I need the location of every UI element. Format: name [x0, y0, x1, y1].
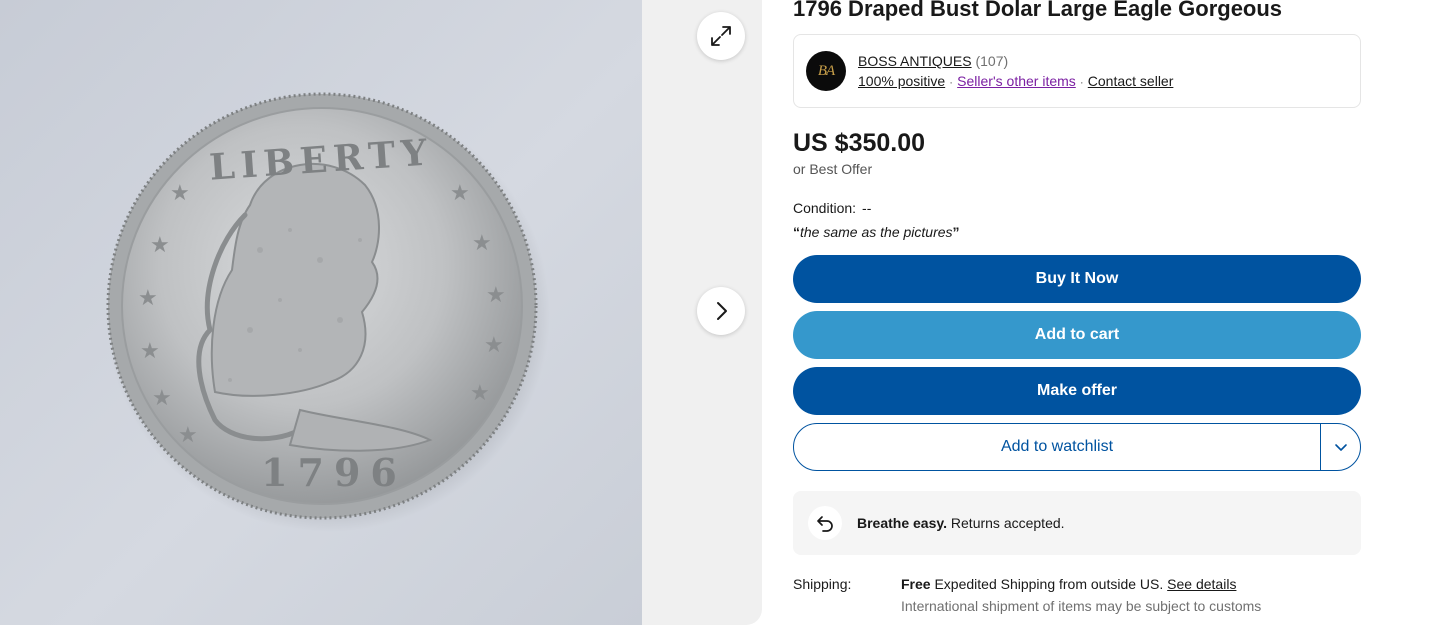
- condition-value: --: [862, 200, 872, 216]
- seller-avatar[interactable]: BA: [806, 51, 846, 91]
- watchlist-control: Add to watchlist: [793, 423, 1361, 471]
- condition-row: Condition: --: [793, 199, 1361, 217]
- item-price: US $350.00: [793, 129, 926, 157]
- add-to-cart-button[interactable]: Add to cart: [793, 311, 1361, 359]
- image-gallery: ★ ★ ★ ★ ★ ★ ★ ★ ★ ★ ★ LIBERTY 1796: [0, 0, 762, 625]
- shipping-customs-note: International shipment of items may be s…: [901, 598, 1262, 614]
- svg-text:★: ★: [140, 339, 160, 364]
- expand-icon: [711, 26, 731, 46]
- seller-logo-text: BA: [817, 62, 835, 79]
- svg-text:★: ★: [486, 283, 506, 308]
- add-to-watchlist-button[interactable]: Add to watchlist: [794, 424, 1320, 470]
- svg-text:★: ★: [178, 423, 198, 448]
- item-photo[interactable]: ★ ★ ★ ★ ★ ★ ★ ★ ★ ★ ★ LIBERTY 1796: [0, 0, 642, 625]
- next-image-button[interactable]: [697, 287, 745, 335]
- condition-label: Condition:: [793, 200, 857, 216]
- seller-card: BA BOSS ANTIQUES (107) 100% positive · Sel…: [793, 34, 1361, 108]
- watchlist-dropdown-toggle[interactable]: [1320, 424, 1360, 470]
- chevron-down-icon: [1334, 444, 1347, 451]
- returns-detail: Returns accepted.: [950, 515, 1065, 531]
- svg-text:★: ★: [472, 231, 492, 256]
- shipping-section: Shipping: Free Expedited Shipping from o…: [793, 575, 1361, 625]
- best-offer-label: or Best Offer: [793, 161, 873, 177]
- separator-dot: ·: [1079, 75, 1084, 89]
- buy-it-now-button[interactable]: Buy It Now: [793, 255, 1361, 303]
- quote-close: ”: [952, 224, 960, 240]
- coin-image: ★ ★ ★ ★ ★ ★ ★ ★ ★ ★ ★ LIBERTY 1796: [106, 92, 550, 532]
- returns-icon: [808, 506, 842, 540]
- shipping-method: Expedited Shipping from outside US.: [934, 576, 1164, 592]
- condition-note: “the same as the pictures”: [793, 223, 1361, 241]
- shipping-free: Free: [901, 576, 931, 592]
- contact-seller-link[interactable]: Contact seller: [1088, 73, 1174, 89]
- svg-text:★: ★: [150, 233, 170, 258]
- svg-text:1796: 1796: [261, 450, 407, 495]
- see-details-link[interactable]: See details: [1167, 576, 1236, 592]
- svg-text:★: ★: [450, 181, 470, 206]
- quote-open: “: [793, 224, 800, 240]
- item-details-panel: 1796 Draped Bust Dolar Large Eagle Gorge…: [793, 0, 1361, 625]
- seller-feedback-count: (107): [975, 53, 1009, 69]
- returns-banner: Breathe easy. Returns accepted.: [793, 491, 1361, 555]
- chevron-right-icon: [717, 302, 727, 320]
- separator-dot: ·: [949, 75, 954, 89]
- svg-text:★: ★: [138, 286, 158, 311]
- make-offer-button[interactable]: Make offer: [793, 367, 1361, 415]
- condition-note-text: the same as the pictures: [800, 224, 953, 240]
- svg-text:★: ★: [152, 386, 172, 411]
- svg-text:★: ★: [484, 333, 504, 358]
- returns-headline: Breathe easy.: [857, 515, 948, 531]
- svg-text:★: ★: [170, 181, 190, 206]
- seller-positive-feedback-link[interactable]: 100% positive: [858, 73, 945, 89]
- shipping-label: Shipping:: [793, 576, 852, 592]
- seller-name-link[interactable]: BOSS ANTIQUES: [858, 53, 972, 69]
- listing-title: 1796 Draped Bust Dolar Large Eagle Gorge…: [793, 0, 1283, 21]
- svg-text:★: ★: [470, 381, 490, 406]
- seller-other-items-link[interactable]: Seller's other items: [957, 73, 1076, 89]
- expand-image-button[interactable]: [697, 12, 745, 60]
